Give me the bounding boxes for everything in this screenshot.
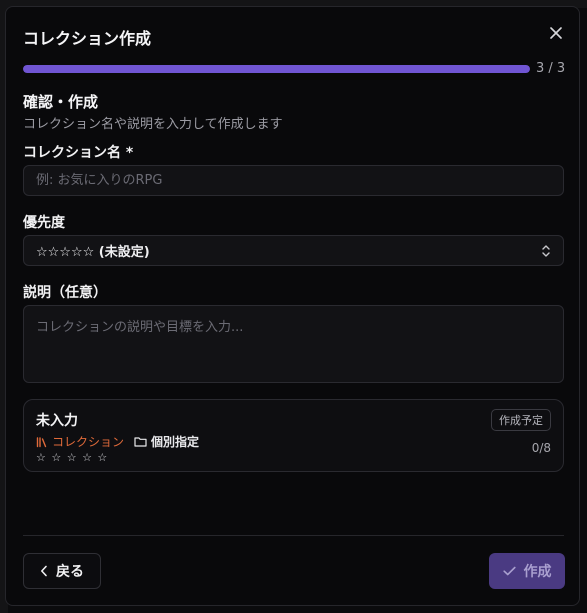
preview-type-label: コレクション bbox=[52, 435, 125, 449]
priority-select[interactable]: ☆☆☆☆☆ (未設定) bbox=[23, 235, 564, 266]
back-button[interactable]: 戻る bbox=[23, 553, 101, 589]
check-icon bbox=[502, 566, 516, 576]
progress-bar bbox=[23, 65, 530, 73]
progress-bar-fill bbox=[23, 65, 530, 73]
footer-divider bbox=[23, 535, 564, 536]
back-button-label: 戻る bbox=[56, 564, 84, 580]
preview-priority-stars: ☆ ☆ ☆ ☆ ☆ bbox=[36, 451, 108, 464]
preview-meta: コレクション 個別指定 bbox=[36, 433, 199, 450]
step-title: 確認・作成 bbox=[23, 93, 99, 111]
progress-text: 3 / 3 bbox=[536, 61, 566, 76]
priority-label: 優先度 bbox=[23, 215, 65, 231]
close-icon bbox=[550, 27, 562, 39]
library-icon bbox=[36, 436, 47, 447]
priority-select-value: ☆☆☆☆☆ (未設定) bbox=[36, 245, 150, 260]
status-badge: 作成予定 bbox=[491, 409, 551, 431]
folder-icon bbox=[134, 437, 147, 447]
create-button[interactable]: 作成 bbox=[489, 553, 565, 589]
collection-name-label: コレクション名 * bbox=[23, 145, 134, 161]
close-button[interactable] bbox=[544, 21, 568, 45]
step-description: コレクション名や説明を入力して作成します bbox=[23, 117, 283, 132]
collection-preview-card: 未入力 作成予定 コレクション 個別指定 ☆ ☆ ☆ ☆ ☆ 0/8 bbox=[23, 399, 564, 472]
preview-collection-name: 未入力 bbox=[36, 413, 78, 429]
description-label: 説明（任意） bbox=[23, 285, 107, 301]
chevron-up-down-icon bbox=[542, 244, 550, 257]
description-textarea[interactable] bbox=[23, 305, 564, 383]
preview-mode-label: 個別指定 bbox=[151, 435, 200, 449]
chevron-left-icon bbox=[41, 565, 47, 577]
star-rating: ☆ ☆ ☆ ☆ ☆ bbox=[36, 451, 109, 464]
dialog-title: コレクション作成 bbox=[23, 29, 152, 48]
collection-name-input[interactable] bbox=[23, 165, 564, 196]
preview-item-count: 0/8 bbox=[531, 441, 551, 455]
create-button-label: 作成 bbox=[523, 564, 552, 580]
create-collection-dialog: コレクション作成 3 / 3 確認・作成 コレクション名や説明を入力して作成しま… bbox=[5, 6, 580, 606]
